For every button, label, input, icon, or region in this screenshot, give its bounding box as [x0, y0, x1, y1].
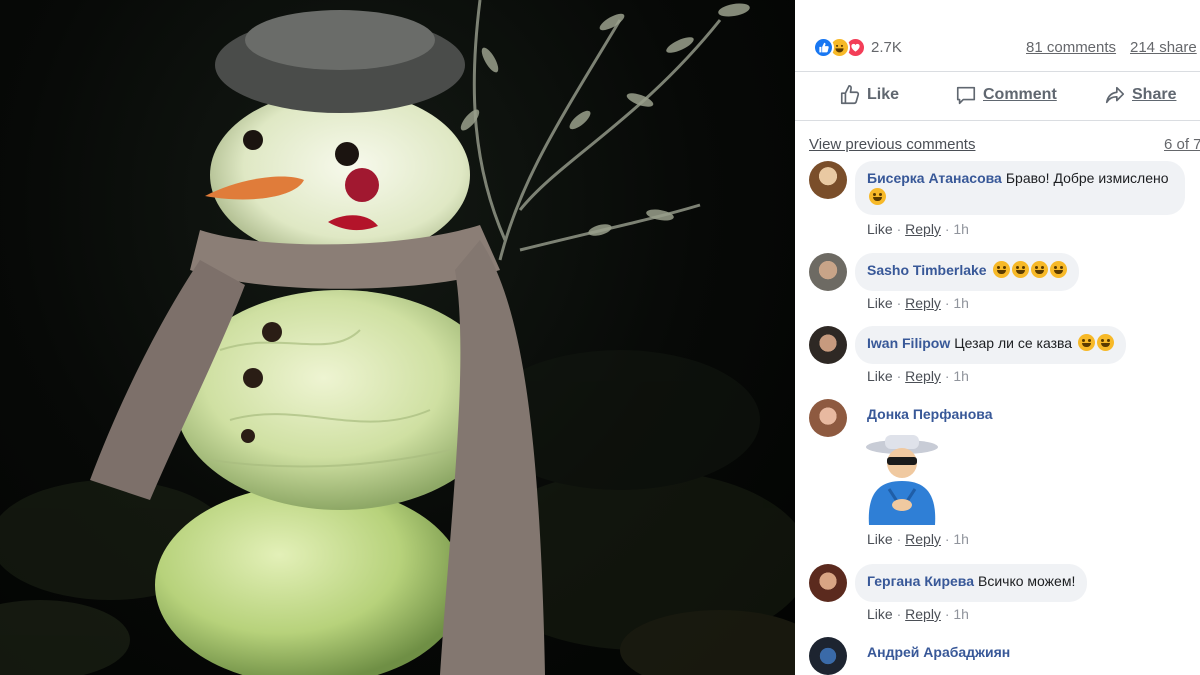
laughing-face-icon [1011, 261, 1029, 278]
avatar[interactable] [809, 637, 847, 675]
reaction-icons[interactable] [813, 36, 866, 58]
comment-label: Comment [983, 86, 1057, 103]
comment-bubble: Iwan Filipow Цезар ли се казва [855, 326, 1126, 364]
comment-author[interactable]: Донка Перфанова [867, 406, 993, 422]
post-actions: Like Comment Share [795, 76, 1200, 118]
comment-meta: Like · Reply · 1h [867, 295, 969, 311]
grinning-face-icon [1077, 334, 1095, 351]
comment-bubble: Биcерка Атанасова Браво! Добре измислено [855, 161, 1185, 215]
comment-time[interactable]: 1h [953, 531, 969, 547]
reaction-count[interactable]: 2.7K [871, 39, 902, 56]
thumbs-up-icon [840, 85, 860, 105]
avatar[interactable] [809, 564, 847, 602]
comment-like-link[interactable]: Like [867, 221, 893, 237]
smiling-face-icon [869, 188, 886, 205]
laughing-face-icon [1030, 261, 1048, 278]
comment-like-link[interactable]: Like [867, 295, 893, 311]
laughing-face-icon [1049, 261, 1067, 278]
avatar[interactable] [809, 326, 847, 364]
reaction-summary: 2.7K 81 comments 214 share [813, 34, 1200, 60]
sticker[interactable] [859, 433, 945, 529]
comment-text: Браво! Добре измислено [1005, 170, 1169, 186]
comment-like-link[interactable]: Like [867, 368, 893, 384]
comment-author[interactable]: Гергана Кирева [867, 573, 974, 589]
avatar[interactable] [809, 399, 847, 437]
comment-like-link[interactable]: Like [867, 606, 893, 622]
avatar[interactable] [809, 253, 847, 291]
like-reaction-icon [813, 36, 834, 58]
comment-bubble: Sasho Timberlake [855, 253, 1079, 291]
comments-count-link[interactable]: 81 comments [1026, 39, 1116, 56]
comment-author[interactable]: Биcерка Атанасова [867, 170, 1002, 186]
comment-time[interactable]: 1h [953, 368, 969, 384]
comment-reply-link[interactable]: Reply [905, 531, 941, 547]
view-previous-comments-link[interactable]: View previous comments [809, 136, 975, 153]
like-button[interactable]: Like [839, 84, 899, 106]
comment-text: Цезар ли се казва [954, 335, 1073, 351]
comment-reply-link[interactable]: Reply [905, 606, 941, 622]
comment-meta: Like · Reply · 1h [867, 221, 969, 237]
share-icon [1105, 86, 1125, 104]
comment-time[interactable]: 1h [953, 221, 969, 237]
comment-reply-link[interactable]: Reply [905, 368, 941, 384]
comment-author[interactable]: Андрей Арабаджиян [867, 644, 1010, 660]
grinning-face-icon [1096, 334, 1114, 351]
comment-bubble: Андрей Арабаджиян [855, 637, 1026, 670]
comment-bubble: Гергана Кирева Всичко можем! [855, 564, 1088, 602]
comment-text: Всичко можем! [978, 573, 1076, 589]
comment-meta: Like · Reply · 1h [867, 368, 969, 384]
comment-time[interactable]: 1h [953, 295, 969, 311]
comment-like-link[interactable]: Like [867, 531, 893, 547]
divider [795, 120, 1200, 121]
like-label: Like [867, 86, 900, 103]
snowman-photo [0, 0, 795, 675]
laughing-face-icon [992, 261, 1010, 278]
shares-count-link[interactable]: 214 share [1130, 39, 1197, 56]
share-label: Share [1132, 86, 1177, 103]
comment-reply-link[interactable]: Reply [905, 221, 941, 237]
comment-reply-link[interactable]: Reply [905, 295, 941, 311]
post-photo[interactable] [0, 0, 795, 675]
comment-meta: Like · Reply · 1h [867, 531, 969, 547]
divider [795, 71, 1200, 72]
applauding-man-sticker-icon [866, 435, 938, 525]
comments-count-indicator: 6 of 7 [1164, 136, 1200, 153]
comment-time[interactable]: 1h [953, 606, 969, 622]
comment-bubble: Донка Перфанова [855, 399, 1009, 432]
comment-author[interactable]: Sasho Timberlake [867, 262, 987, 278]
comment-author[interactable]: Iwan Filipow [867, 335, 950, 351]
comment-icon [956, 86, 976, 105]
comment-button[interactable]: Comment [955, 84, 1057, 106]
comments-panel: 2.7K 81 comments 214 share Like Comment … [795, 0, 1200, 675]
avatar[interactable] [809, 161, 847, 199]
share-button[interactable]: Share [1104, 84, 1176, 106]
comment-meta: Like · Reply · 1h [867, 606, 969, 622]
